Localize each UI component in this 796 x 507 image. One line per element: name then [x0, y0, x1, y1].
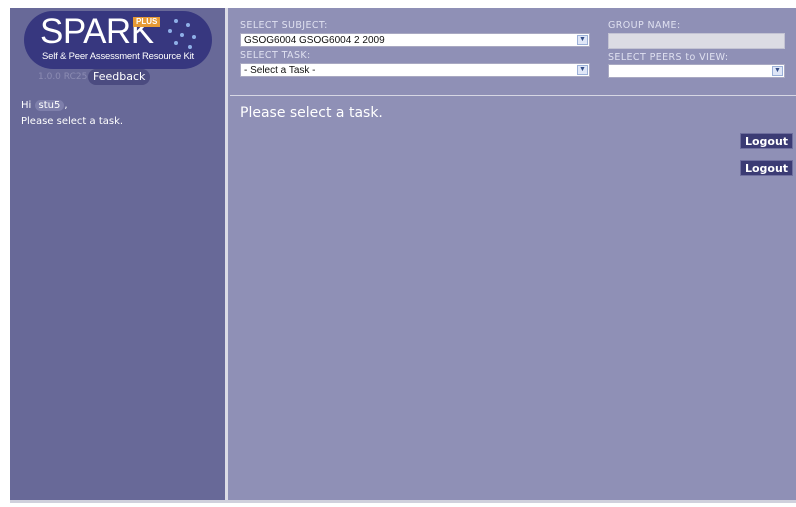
logo-dot: [188, 45, 192, 49]
subject-select[interactable]: GSOG6004 GSOG6004 2 2009 ▼: [240, 33, 590, 47]
subject-select-value: GSOG6004 GSOG6004 2 2009: [244, 35, 385, 46]
version-label: 1.0.0 RC25: [38, 72, 88, 82]
task-label: SELECT TASK:: [240, 50, 311, 61]
logo-dot: [180, 33, 184, 37]
group-name-label: GROUP NAME:: [608, 20, 681, 31]
logo-dot: [168, 29, 172, 33]
logo-dot: [174, 19, 178, 23]
logout-button-secondary[interactable]: Logout: [740, 160, 793, 176]
subject-label: SELECT SUBJECT:: [240, 20, 328, 31]
feedback-button[interactable]: Feedback: [88, 69, 151, 85]
logo-dot: [192, 35, 196, 39]
sidebar-divider: [225, 8, 228, 500]
logo-plus-badge: PLUS: [133, 17, 161, 27]
task-select-value: - Select a Task -: [244, 65, 316, 76]
group-name-field: [608, 33, 785, 49]
greeting-prefix: Hi: [21, 100, 32, 111]
logo-dot: [186, 23, 190, 27]
greeting-suffix: ,: [64, 100, 68, 111]
spark-logo: SPARK PLUS Self & Peer Assessment Resour…: [24, 11, 212, 69]
logo-subtitle: Self & Peer Assessment Resource Kit: [42, 51, 194, 62]
logo-dot: [174, 41, 178, 45]
app-frame: SPARK PLUS Self & Peer Assessment Resour…: [10, 8, 796, 503]
logout-button[interactable]: Logout: [740, 133, 793, 149]
peers-label: SELECT PEERS to VIEW:: [608, 52, 729, 63]
chevron-down-icon[interactable]: ▼: [772, 66, 783, 76]
greeting: Hi stu5,: [21, 100, 68, 111]
sidebar: SPARK PLUS Self & Peer Assessment Resour…: [10, 8, 225, 500]
header-divider: [230, 95, 796, 96]
peers-select[interactable]: ▼: [608, 64, 785, 78]
chevron-down-icon[interactable]: ▼: [577, 65, 588, 75]
chevron-down-icon[interactable]: ▼: [577, 35, 588, 45]
sidebar-message: Please select a task.: [21, 116, 124, 127]
main-message: Please select a task.: [240, 105, 383, 121]
username: stu5: [34, 100, 65, 111]
task-select[interactable]: - Select a Task - ▼: [240, 63, 590, 77]
bottom-border: [10, 500, 796, 503]
